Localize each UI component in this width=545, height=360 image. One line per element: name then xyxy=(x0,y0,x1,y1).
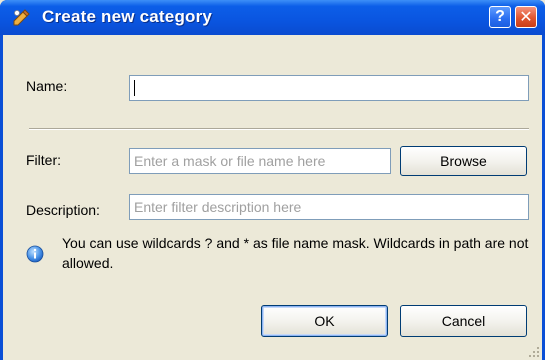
description-input[interactable] xyxy=(129,194,529,220)
name-label: Name: xyxy=(26,78,68,94)
description-label: Description: xyxy=(26,202,100,218)
info-icon xyxy=(26,245,44,263)
dialog-window: Create new category ? ✕ Name: Filter: Br… xyxy=(0,0,545,360)
filter-input[interactable] xyxy=(129,148,391,174)
close-button[interactable]: ✕ xyxy=(515,6,537,28)
help-button[interactable]: ? xyxy=(489,6,511,28)
category-pencil-icon xyxy=(13,9,30,26)
title-bar[interactable]: Create new category ? ✕ xyxy=(0,0,545,35)
dialog-body: Name: Filter: Browse Description: You ca… xyxy=(3,35,542,360)
filter-label: Filter: xyxy=(26,152,61,168)
name-input-wrapper[interactable] xyxy=(129,75,529,101)
browse-button[interactable]: Browse xyxy=(400,146,527,176)
ok-button[interactable]: OK xyxy=(261,305,388,337)
close-icon: ✕ xyxy=(519,9,533,26)
section-divider xyxy=(29,128,529,130)
text-caret xyxy=(134,80,135,96)
help-icon: ? xyxy=(495,8,505,25)
dialog-title: Create new category xyxy=(42,7,213,26)
name-input[interactable] xyxy=(130,76,528,100)
cancel-button[interactable]: Cancel xyxy=(400,305,527,337)
resize-grip-icon[interactable] xyxy=(528,346,540,358)
wildcard-info-text: You can use wildcards ? and * as file na… xyxy=(62,235,529,271)
